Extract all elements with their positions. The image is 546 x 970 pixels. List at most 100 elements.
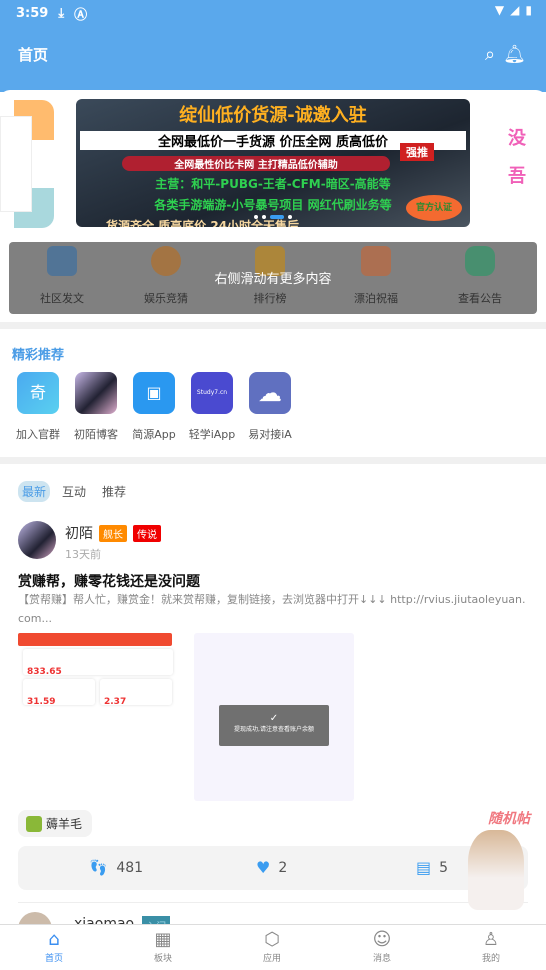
app-item[interactable]: 初陌博客 [66, 372, 126, 442]
image-value: 2.37 [100, 679, 172, 707]
views-stat[interactable]: 👣︎ 481 [88, 858, 143, 877]
banner-carousel[interactable]: 绽仙低价货源-诚邀入驻 全网最低价一手货源 价压全网 质高低价 全网最性价比卡网… [76, 99, 470, 227]
app-label: 简源App [132, 428, 176, 441]
nav-label: 我的 [481, 954, 500, 964]
heart-icon: ♥ [256, 858, 271, 877]
battery-icon: ▮ [525, 3, 532, 17]
next-banner-slide[interactable]: 没 吾 [508, 120, 526, 196]
search-icon[interactable]: ⌕ [485, 44, 495, 65]
quick-actions: 社区发文 娱乐竞猜 排行榜 漂泊祝福 查看公告 右侧滑动有更多内容 [9, 242, 537, 314]
a-icon: Ⓐ [74, 8, 88, 23]
mascot-label: 随机帖 [488, 811, 530, 827]
app-icon [75, 372, 117, 414]
image-value: 31.59 [23, 679, 95, 707]
author-name[interactable]: 初陌 [65, 523, 93, 543]
nav-messages[interactable]: ☺ 消息 [352, 929, 412, 964]
post-time: 13天前 [65, 548, 101, 561]
avatar[interactable] [18, 521, 56, 559]
topic-chip[interactable]: 薅羊毛 [18, 810, 93, 837]
level-badge: 传说 [133, 524, 161, 542]
scroll-hint-toast: 右侧滑动有更多内容 [214, 272, 332, 287]
post-title[interactable]: 赏赚帮，赚零花钱还是没问题 [18, 571, 200, 591]
sheep-icon [26, 815, 42, 832]
dot [262, 215, 266, 219]
nav-apps[interactable]: ⬡ 应用 [242, 929, 302, 964]
quick-label: 社区发文 [40, 292, 84, 305]
feed-tabs: 最新 互动 推荐 [18, 481, 130, 502]
banner-line: 绽仙低价货源-诚邀入驻 [179, 105, 367, 126]
app-icon: ▣ [133, 372, 175, 414]
divider [0, 457, 546, 464]
grid-icon: ▦ [154, 929, 172, 950]
app-item[interactable]: ▣ 简源App [124, 372, 184, 442]
app-label: 轻学iApp [188, 428, 236, 441]
role-badge: 舰长 [99, 524, 127, 542]
user-icon: ♙ [482, 929, 500, 950]
comments-count: 5 [439, 859, 449, 876]
page-title: 首页 [18, 46, 49, 64]
image-value: 833.65 [23, 649, 173, 677]
dot [288, 215, 292, 219]
app-item[interactable]: 奇加入官群 [8, 372, 68, 442]
bell-icon[interactable]: 🔔︎ [503, 44, 526, 65]
bottom-nav: ⌂ 首页 ▦ 板块 ⬡ 应用 ☺ 消息 ♙ 我的 [0, 924, 546, 970]
tab-recommend[interactable]: 推荐 [98, 481, 130, 502]
status-bar: 3:59 ⤓ Ⓐ [16, 4, 87, 23]
download-icon: ⤓ [58, 6, 65, 21]
comment-icon: ▤ [416, 858, 432, 877]
chat-icon: ☺ [372, 929, 392, 950]
home-icon: ⌂ [48, 929, 60, 950]
app-item[interactable]: ☁ 易对接iA [240, 372, 300, 442]
banner-badge: 强推 [400, 143, 434, 161]
dot [254, 215, 258, 219]
like-button[interactable]: ♥ 2 [256, 858, 287, 877]
comment-button[interactable]: ▤ 5 [416, 858, 448, 877]
wifi-icon: ▼ [494, 3, 505, 17]
app-item[interactable]: Study7.cn 轻学iApp [182, 372, 242, 442]
prev-banner-slide[interactable] [0, 100, 54, 228]
carousel-dots [254, 215, 292, 219]
nav-home[interactable]: ⌂ 首页 [24, 929, 84, 964]
nav-label: 板块 [153, 954, 172, 964]
nav-boards[interactable]: ▦ 板块 [133, 929, 193, 964]
box-icon: ⬡ [264, 929, 280, 950]
nav-label: 首页 [44, 954, 63, 964]
section-title: 精彩推荐 [12, 348, 65, 363]
random-post-button[interactable]: 随机帖 [458, 808, 538, 920]
app-icon: 奇 [17, 372, 59, 414]
banner-official-badge: 官方认证 [406, 195, 462, 221]
app-label: 加入官群 [16, 428, 60, 441]
app-label: 易对接iA [248, 428, 292, 441]
divider [18, 902, 528, 903]
app-header: 3:59 ⤓ Ⓐ ▼ ◢ ▮ 首页 ⌕ 🔔︎ [0, 0, 546, 92]
post-image[interactable]: 833.65 31.59 2.37 [18, 633, 173, 801]
topic-label: 薅羊毛 [46, 817, 83, 831]
signal-icon: ◢ [510, 3, 520, 17]
tab-latest[interactable]: 最新 [18, 481, 51, 502]
banner-line: 全网最性价比卡网 主打精品低价辅助 [122, 156, 390, 171]
app-label: 初陌博客 [74, 428, 118, 441]
quick-label: 漂泊祝福 [354, 292, 398, 305]
divider [0, 322, 546, 329]
check-icon: ✓ [269, 713, 279, 724]
app-icon: Study7.cn [191, 372, 233, 414]
nav-label: 应用 [262, 954, 281, 964]
post-stats: 👣︎ 481 ♥ 2 ▤ 5 [18, 846, 528, 890]
status-time: 3:59 [16, 6, 49, 21]
dot-active [270, 215, 284, 219]
image-toast: 提现成功,请注意查看账户余额 [234, 726, 314, 733]
likes-count: 2 [278, 859, 288, 876]
side-text: 没 [508, 128, 526, 149]
footprint-icon: 👣︎ [88, 858, 109, 877]
banner-line: 主营：和平-PUBG-王者-CFM-暗区-高能等 [155, 177, 391, 191]
side-text: 吾 [508, 166, 526, 187]
quick-label: 排行榜 [253, 292, 287, 305]
quick-label: 娱乐竞猜 [144, 292, 188, 305]
quick-label: 查看公告 [458, 292, 502, 305]
post-body[interactable]: 【赏帮赚】帮人忙，赚赏金！就来赏帮赚，复制链接，去浏览器中打开↓↓↓ http:… [18, 590, 530, 628]
nav-profile[interactable]: ♙ 我的 [461, 929, 521, 964]
post-image[interactable]: ✓ 提现成功,请注意查看账户余额 [194, 633, 354, 801]
views-count: 481 [116, 859, 144, 876]
nav-label: 消息 [372, 954, 391, 964]
tab-interact[interactable]: 互动 [58, 481, 90, 502]
